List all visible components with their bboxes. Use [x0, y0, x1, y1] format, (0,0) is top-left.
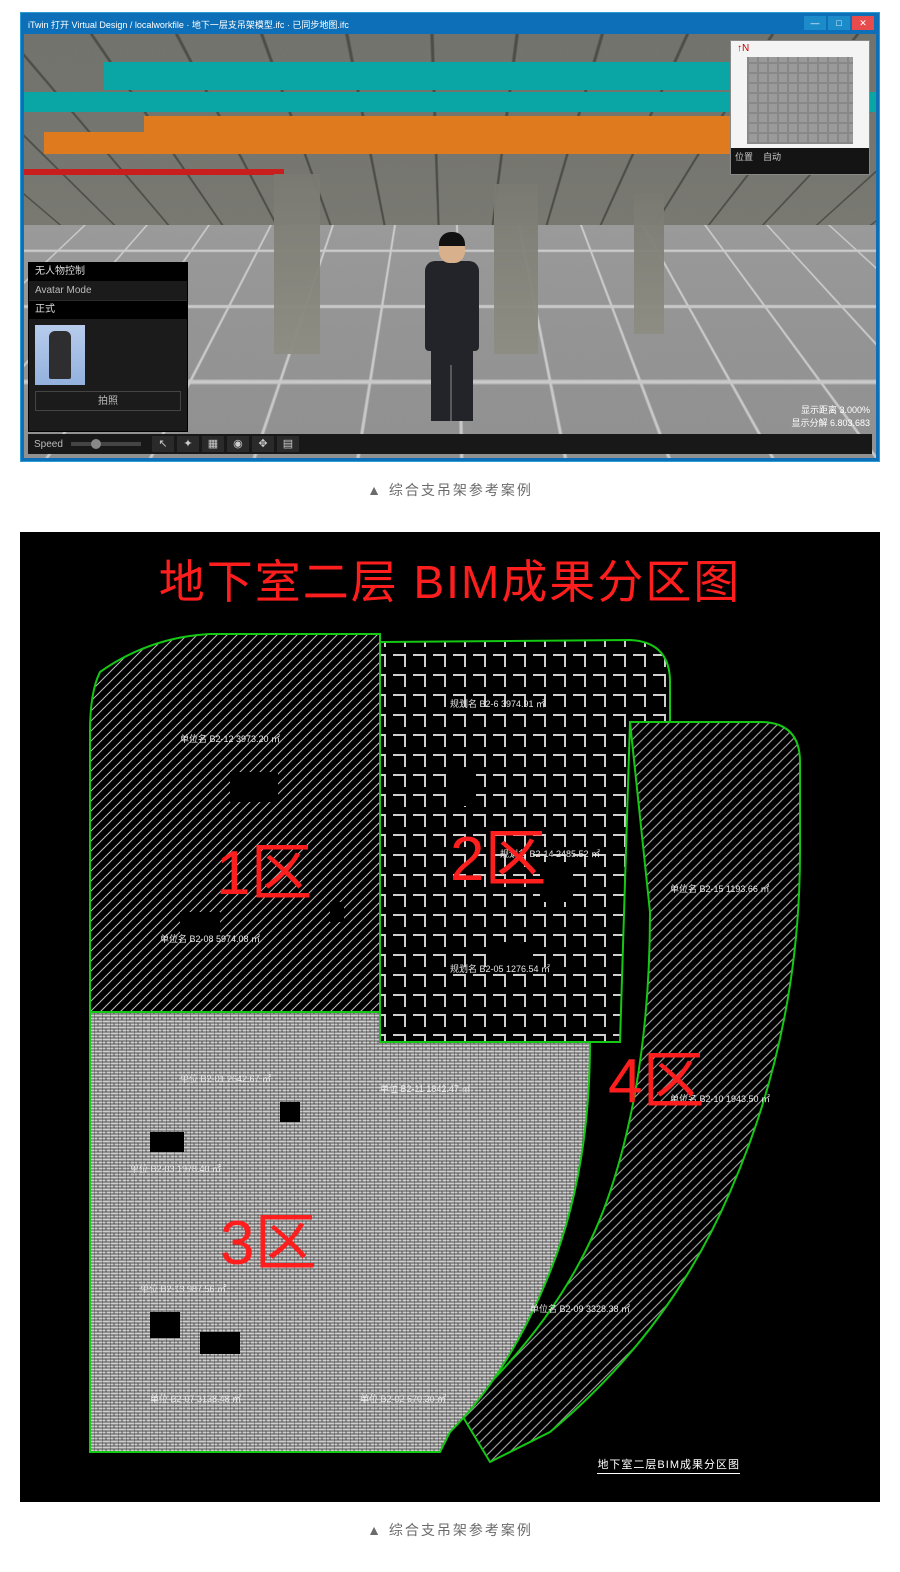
bim-3d-figure: iTwin 打开 Virtual Design / localworkfile … [0, 12, 900, 524]
panel-header: 无人物控制 [29, 263, 187, 281]
status-line: 显示分解 6.803.683 [791, 417, 870, 430]
minimap-btn[interactable]: 位置 [735, 152, 753, 162]
move-icon[interactable]: ✥ [252, 436, 274, 452]
minimap-btn[interactable]: 自动 [763, 152, 781, 162]
compass-icon[interactable]: ✦ [177, 436, 199, 452]
anno: 单位 B2-07 3138.48 ㎡ [150, 1393, 241, 1404]
status-line: 显示距离 3.000% [791, 404, 870, 417]
3d-viewport[interactable]: 无人物控制 Avatar Mode 正式 拍照 Speed ↖ ✦ ▦ ◉ ✥ … [24, 34, 876, 458]
pillar [274, 174, 320, 354]
speed-slider[interactable] [71, 442, 141, 446]
eye-icon[interactable]: ◉ [227, 436, 249, 452]
zone-label-1: 1区 [216, 822, 312, 912]
window-titlebar[interactable]: iTwin 打开 Virtual Design / localworkfile … [24, 16, 876, 34]
window-close-button[interactable]: ✕ [852, 16, 874, 30]
speed-label: Speed [28, 439, 63, 450]
bim-app-window: iTwin 打开 Virtual Design / localworkfile … [20, 12, 880, 462]
minimap-toolbar: 位置 自动 [731, 148, 869, 174]
duct-teal [104, 62, 804, 90]
book-icon[interactable]: ▤ [277, 436, 299, 452]
zone-label-3: 3区 [220, 1192, 316, 1282]
anno: 单位名 B2-12 3973.20 ㎡ [180, 733, 280, 744]
zone-label-4: 4区 [608, 1030, 704, 1120]
pillar [494, 184, 538, 354]
anno: 单位 B2-03 1978.40 ㎡ [130, 1163, 221, 1174]
anno: 单位名 B2-09 3328.38 ㎡ [530, 1303, 630, 1314]
snapshot-button[interactable]: 拍照 [35, 391, 181, 411]
anno: 单位 B2-13 987.56 ㎡ [140, 1283, 226, 1294]
minimap-panel[interactable]: ↑N 位置 自动 [730, 40, 870, 175]
anno: 规划名 B2-6 3974.91 ㎡ [450, 698, 545, 709]
pipe-red [24, 169, 284, 175]
panel-section: 正式 [29, 301, 187, 319]
cad-footer: 地下室二层BIM成果分区图 [597, 1456, 740, 1474]
window-maximize-button[interactable]: □ [828, 16, 850, 30]
anno: 单位名 B2-15 1193.66 ㎡ [670, 883, 769, 894]
window-title: iTwin 打开 Virtual Design / localworkfile … [24, 16, 876, 34]
avatar-mode-row[interactable]: Avatar Mode [29, 281, 187, 301]
cursor-icon[interactable]: ↖ [152, 436, 174, 452]
avatar-manikin [417, 233, 487, 423]
figure-caption: ▲ 综合支吊架参考案例 [0, 462, 900, 524]
cad-viewport: 地下室二层 BIM成果分区图 [20, 532, 880, 1502]
minimap-plan[interactable] [747, 57, 853, 144]
zone-label-2: 2区 [450, 808, 546, 898]
window-minimize-button[interactable]: — [804, 16, 826, 30]
viewport-toolbar: Speed ↖ ✦ ▦ ◉ ✥ ▤ [28, 434, 872, 454]
floorplan-svg: 单位名 B2-12 3973.20 ㎡ 单位名 B2-08 5974.08 ㎡ … [30, 612, 870, 1492]
anno: 单位 B2-11 1842.47 ㎡ [380, 1083, 470, 1094]
cube-icon[interactable]: ▦ [202, 436, 224, 452]
status-readout: 显示距离 3.000% 显示分解 6.803.683 [791, 404, 870, 430]
anno: 规划名 B2-05 1276.54 ㎡ [450, 963, 550, 974]
cad-title: 地下室二层 BIM成果分区图 [20, 546, 880, 612]
figure-caption: ▲ 综合支吊架参考案例 [0, 1502, 900, 1564]
avatar-control-panel: 无人物控制 Avatar Mode 正式 拍照 [28, 262, 188, 432]
anno: 单位 B2-01 2642.67 ㎡ [180, 1073, 271, 1084]
compass-icon: ↑N [737, 43, 749, 54]
cad-floorplan-figure: 地下室二层 BIM成果分区图 [0, 532, 900, 1564]
anno: 单位名 B2-08 5974.08 ㎡ [160, 933, 260, 944]
pillar [634, 194, 664, 334]
anno: 单位 B2-02 670.30 ㎡ [360, 1393, 446, 1404]
avatar-thumbnail[interactable] [35, 325, 85, 385]
avatar-mode-label: Avatar Mode [35, 285, 92, 296]
